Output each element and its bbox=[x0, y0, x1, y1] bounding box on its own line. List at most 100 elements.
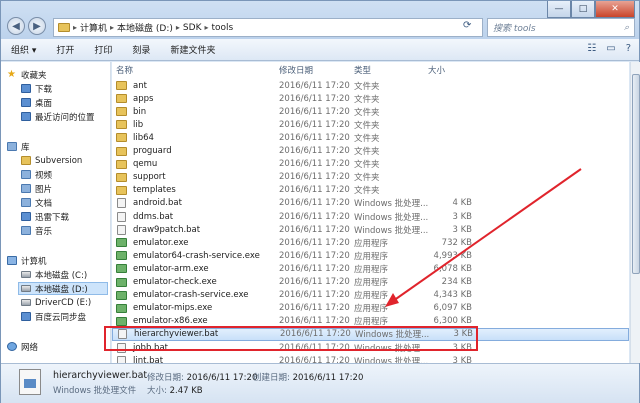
forward-button[interactable]: ▶ bbox=[28, 17, 46, 35]
file-name: emulator-crash-service.exe bbox=[133, 290, 249, 301]
organize-button[interactable]: 组织 ▾ bbox=[1, 43, 46, 56]
preview-pane-icon[interactable]: ▭ bbox=[606, 43, 615, 54]
sidebar-item-drive-e[interactable]: DriverCD (E:) bbox=[21, 296, 91, 309]
sidebar-item-recent[interactable]: 最近访问的位置 bbox=[21, 110, 95, 123]
file-name-cell: android.bat bbox=[116, 198, 182, 209]
file-row[interactable]: hierarchyviewer.bat 2016/6/11 17:20 Window… bbox=[112, 327, 629, 341]
file-row[interactable]: emulator-x86.exe 2016/6/11 17:20 应用程序 6,300… bbox=[112, 315, 629, 328]
folder-icon bbox=[21, 156, 31, 165]
column-header-size[interactable]: 大小 bbox=[428, 62, 445, 78]
file-row[interactable]: emulator.exe 2016/6/11 17:20 应用程序 732 KB bbox=[112, 236, 629, 249]
sidebar-libraries[interactable]: 库 bbox=[7, 140, 30, 153]
breadcrumb-computer[interactable]: 计算机 bbox=[80, 21, 107, 34]
sidebar-item-drive-c[interactable]: 本地磁盘 (C:) bbox=[21, 268, 87, 281]
folder-icon bbox=[116, 185, 127, 195]
file-row[interactable]: jobb.bat 2016/6/11 17:20 Windows 批处理... 3 K… bbox=[112, 341, 629, 354]
file-row[interactable]: bin 2016/6/11 17:20 文件夹 bbox=[112, 105, 629, 118]
sidebar-item-documents[interactable]: 文档 bbox=[21, 196, 52, 209]
breadcrumb-sdk[interactable]: SDK bbox=[183, 23, 202, 33]
file-row[interactable]: ddms.bat 2016/6/11 17:20 Windows 批处理... 3 K… bbox=[112, 210, 629, 223]
file-row[interactable]: draw9patch.bat 2016/6/11 17:20 Windows 批处理… bbox=[112, 223, 629, 236]
file-row[interactable]: lint.bat 2016/6/11 17:20 Windows 批处理... 3 K… bbox=[112, 354, 629, 363]
file-date: 2016/6/11 17:20 bbox=[279, 211, 350, 222]
address-bar[interactable]: ▸ 计算机 ▸ 本地磁盘 (D:) ▸ SDK ▸ tools bbox=[53, 18, 483, 37]
file-type: 文件夹 bbox=[354, 107, 380, 118]
sidebar-item-pictures[interactable]: 图片 bbox=[21, 182, 52, 195]
file-date: 2016/6/11 17:20 bbox=[279, 132, 350, 143]
file-row[interactable]: apps 2016/6/11 17:20 文件夹 bbox=[112, 92, 629, 105]
refresh-icon[interactable]: ⟳ bbox=[463, 20, 471, 31]
pictures-icon bbox=[21, 184, 31, 193]
file-type: Windows 批处理... bbox=[354, 199, 429, 210]
view-options-icon[interactable]: ☷ bbox=[587, 43, 596, 54]
help-icon[interactable]: ? bbox=[626, 43, 631, 54]
file-date: 2016/6/11 17:20 bbox=[279, 355, 350, 363]
file-row[interactable]: emulator-arm.exe 2016/6/11 17:20 应用程序 6,078… bbox=[112, 262, 629, 275]
search-box[interactable]: 搜索 tools ⌕ bbox=[487, 18, 635, 37]
file-name-cell: lib bbox=[116, 120, 143, 130]
file-row[interactable]: templates 2016/6/11 17:20 文件夹 bbox=[112, 184, 629, 197]
column-header-name[interactable]: 名称 bbox=[116, 62, 133, 78]
file-type: 文件夹 bbox=[354, 147, 380, 157]
file-name-cell: draw9patch.bat bbox=[116, 224, 200, 235]
file-date: 2016/6/11 17:20 bbox=[279, 316, 350, 327]
sidebar-item-downloads[interactable]: 下载 bbox=[21, 82, 52, 95]
sidebar-item-videos[interactable]: 视频 bbox=[21, 168, 52, 181]
breadcrumb-drive-d[interactable]: 本地磁盘 (D:) bbox=[117, 21, 173, 34]
column-header-type[interactable]: 类型 bbox=[354, 62, 371, 78]
file-row[interactable]: ant 2016/6/11 17:20 文件夹 bbox=[112, 79, 629, 92]
file-row[interactable]: qemu 2016/6/11 17:20 文件夹 bbox=[112, 158, 629, 171]
batch-file-icon bbox=[117, 211, 126, 222]
file-name: emulator-mips.exe bbox=[133, 303, 213, 314]
file-type: 应用程序 bbox=[354, 304, 389, 315]
file-name-cell: emulator-arm.exe bbox=[116, 264, 209, 274]
maximize-button[interactable]: □ bbox=[571, 1, 595, 18]
file-size: 3 KB bbox=[452, 342, 472, 353]
file-date: 2016/6/11 17:20 bbox=[279, 159, 350, 170]
file-row[interactable]: emulator64-crash-service.exe 2016/6/11 17… bbox=[112, 249, 629, 262]
search-input[interactable]: 搜索 tools bbox=[493, 21, 536, 34]
sidebar-favorites[interactable]: ★ 收藏夹 bbox=[7, 68, 47, 81]
column-header-date[interactable]: 修改日期 bbox=[279, 62, 313, 78]
file-row[interactable]: android.bat 2016/6/11 17:20 Windows 批处理...… bbox=[112, 197, 629, 210]
sidebar-item-xunlei[interactable]: 迅雷下载 bbox=[21, 210, 69, 223]
file-date: 2016/6/11 17:20 bbox=[279, 146, 350, 156]
file-size: 3 KB bbox=[453, 329, 473, 340]
sidebar-item-desktop[interactable]: 桌面 bbox=[21, 96, 52, 109]
file-row[interactable]: emulator-check.exe 2016/6/11 17:20 应用程序 234… bbox=[112, 276, 629, 289]
file-row[interactable]: emulator-crash-service.exe 2016/6/11 17:2… bbox=[112, 289, 629, 302]
file-row[interactable]: emulator-mips.exe 2016/6/11 17:20 应用程序 6,09… bbox=[112, 302, 629, 315]
file-name: emulator64-crash-service.exe bbox=[133, 250, 260, 261]
minimize-button[interactable]: — bbox=[547, 1, 571, 18]
details-created: 创建日期: 2016/6/11 17:20 bbox=[253, 371, 363, 383]
vertical-scrollbar[interactable] bbox=[630, 62, 640, 363]
modified-value: 2016/6/11 17:20 bbox=[186, 373, 258, 383]
details-modified: 修改日期: 2016/6/11 17:20 bbox=[147, 371, 257, 383]
application-icon bbox=[116, 251, 127, 261]
file-date: 2016/6/11 17:20 bbox=[279, 119, 350, 130]
sidebar-computer[interactable]: 计算机 bbox=[7, 254, 47, 267]
sidebar-item-baidu[interactable]: 百度云同步盘 bbox=[21, 310, 86, 323]
breadcrumb-tools[interactable]: tools bbox=[211, 23, 233, 33]
sidebar-network[interactable]: 网络 bbox=[7, 340, 38, 353]
explorer-window: — □ ✕ ◀ ▶ ▸ 计算机 ▸ 本地磁盘 (D:) ▸ SDK ▸ tool… bbox=[0, 0, 640, 403]
file-row[interactable]: lib64 2016/6/11 17:20 文件夹 bbox=[112, 131, 629, 144]
file-row[interactable]: support 2016/6/11 17:20 文件夹 bbox=[112, 171, 629, 184]
sidebar-item-music[interactable]: 音乐 bbox=[21, 224, 52, 237]
sidebar-item-label: 迅雷下载 bbox=[35, 212, 70, 223]
drive-icon bbox=[21, 271, 31, 278]
back-button[interactable]: ◀ bbox=[7, 17, 25, 35]
open-button[interactable]: 打开 bbox=[46, 43, 84, 56]
print-button[interactable]: 打印 bbox=[84, 43, 122, 56]
burn-button[interactable]: 刻录 bbox=[122, 43, 160, 56]
new-folder-button[interactable]: 新建文件夹 bbox=[160, 43, 225, 56]
file-type: 应用程序 bbox=[354, 264, 389, 275]
file-row[interactable]: proguard 2016/6/11 17:20 文件夹 bbox=[112, 145, 629, 158]
scrollbar-thumb[interactable] bbox=[632, 74, 640, 274]
file-row[interactable]: lib 2016/6/11 17:20 文件夹 bbox=[112, 118, 629, 131]
created-value: 2016/6/11 17:20 bbox=[292, 373, 364, 383]
sidebar-item-drive-d[interactable]: 本地磁盘 (D:) bbox=[18, 282, 108, 295]
close-button[interactable]: ✕ bbox=[595, 1, 635, 18]
file-name: templates bbox=[133, 185, 176, 196]
sidebar-item-subversion[interactable]: Subversion bbox=[21, 154, 82, 167]
